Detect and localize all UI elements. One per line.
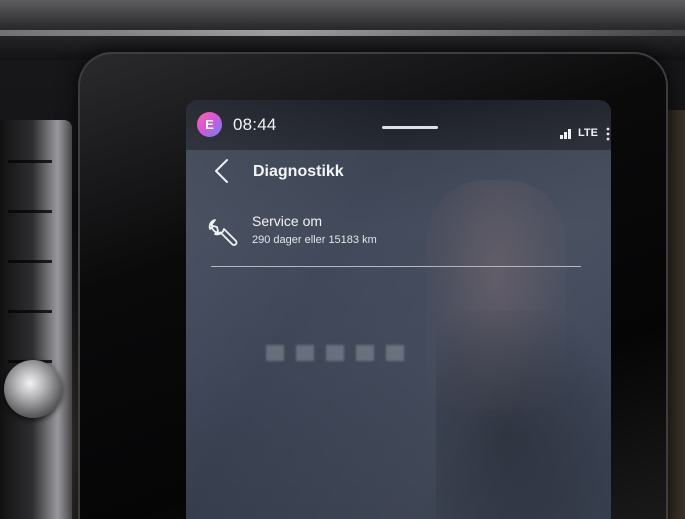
- profile-avatar[interactable]: E: [197, 112, 222, 137]
- network-type-label: LTE: [578, 127, 598, 139]
- clock: 08:44: [233, 115, 277, 134]
- top-drawer-handle[interactable]: [382, 126, 438, 129]
- glass-reflection: [436, 310, 611, 519]
- status-bar: E 08:44 LTE: [186, 100, 611, 150]
- wrench-icon: [208, 219, 238, 246]
- dashboard-chrome-strip: [0, 30, 685, 36]
- vent-slat: [8, 160, 52, 163]
- page-title: Diagnostikk: [253, 163, 344, 180]
- infotainment-screen: E 08:44 LTE Diagnostikk Service om 290 d…: [186, 100, 611, 519]
- car-interior-photo: E 08:44 LTE Diagnostikk Service om 290 d…: [0, 0, 685, 519]
- vent-slat: [8, 210, 52, 213]
- divider: [211, 266, 581, 267]
- chevron-left-icon[interactable]: [212, 158, 232, 184]
- left-air-vent: [0, 120, 72, 519]
- service-detail: 290 dager eller 15183 km: [252, 234, 377, 246]
- glass-reflection: [266, 345, 416, 361]
- signal-strength-icon: [560, 129, 571, 139]
- service-title: Service om: [252, 213, 323, 229]
- more-vertical-icon[interactable]: [606, 127, 610, 141]
- volume-knob[interactable]: [4, 360, 62, 418]
- vent-slat: [8, 310, 52, 313]
- vent-slat: [8, 260, 52, 263]
- glass-sheen: [186, 100, 611, 519]
- service-list-item[interactable]: Service om 290 dager eller 15183 km: [202, 208, 582, 260]
